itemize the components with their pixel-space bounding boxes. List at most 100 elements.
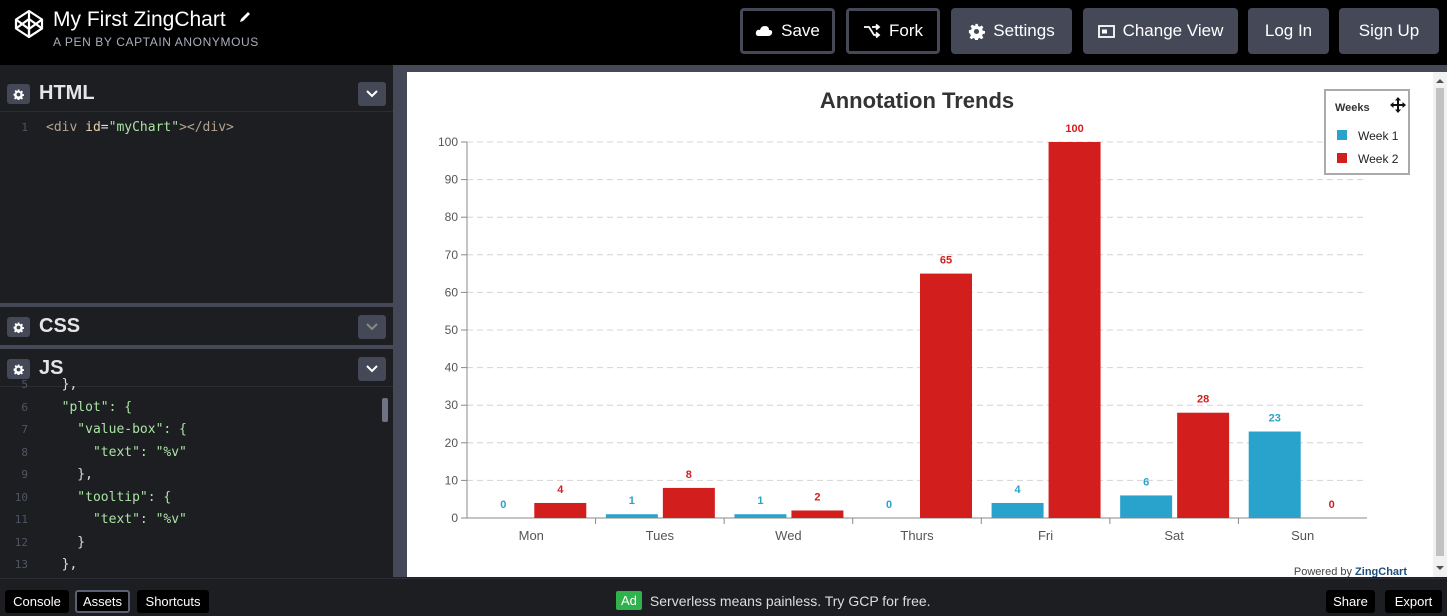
x-tick-label: Sun [1291,528,1314,543]
y-tick-label: 100 [438,135,458,149]
x-tick-label: Mon [519,528,544,543]
code-line: 5 }, [21,377,78,392]
value-label: 23 [1269,413,1281,425]
y-tick-label: 0 [451,511,458,525]
fork-icon [864,24,881,38]
share-button[interactable]: Share [1326,590,1375,613]
y-tick-label: 50 [445,323,459,337]
console-button[interactable]: Console [5,590,69,613]
pen-title-text: My First ZingChart [53,8,226,31]
value-label: 4 [557,484,564,496]
chevron-down-icon [366,365,378,373]
legend-swatch-week-1 [1337,130,1347,140]
code-line: 7 "value-box": { [21,422,187,437]
ad-banner[interactable]: Ad Serverless means painless. Try GCP fo… [616,591,931,610]
bar-week-1[interactable] [1248,431,1301,518]
bar-week-2[interactable] [534,502,587,518]
y-tick-label: 70 [445,248,459,262]
js-editor-scrollbar[interactable] [382,398,388,422]
chart: Annotation Trends 0 10 20 30 40 50 60 70 80 90 100… [438,88,1410,577]
css-settings-button[interactable] [7,317,30,337]
y-tick-label: 90 [445,173,459,187]
pencil-icon[interactable] [238,10,252,24]
settings-button[interactable]: Settings [951,8,1072,54]
value-label: 6 [1143,476,1149,488]
bar-week-2[interactable] [662,487,715,518]
preview-scrollbar-thumb[interactable] [1436,88,1444,556]
value-label: 1 [629,495,635,507]
change-view-button[interactable]: Change View [1083,8,1238,54]
assets-button[interactable]: Assets [75,590,130,613]
signup-button[interactable]: Sign Up [1339,8,1439,54]
code-line: 12 } [14,534,86,550]
footer: Console Assets Shortcuts Ad Serverless m… [0,578,1447,616]
legend-label-week-2: Week 2 [1358,152,1399,166]
header: My First ZingChart A PEN BY CAPTAIN ANON… [0,0,1447,65]
x-tick-label: Wed [775,528,802,543]
scroll-up-icon[interactable] [1433,74,1447,88]
preview-frame: Annotation Trends 0 10 20 30 40 50 60 70 80 90 100… [407,72,1447,577]
scroll-down-icon[interactable] [1433,561,1447,575]
bar-week-2[interactable] [1177,412,1230,518]
js-collapse-button[interactable] [358,357,386,381]
save-button[interactable]: Save [740,8,835,54]
html-collapse-button[interactable] [358,82,386,106]
y-tick-label: 40 [445,361,459,375]
cloud-icon [755,26,773,36]
bar-week-2[interactable] [1048,142,1101,518]
y-tick-label: 10 [445,473,459,487]
y-tick-label: 30 [445,398,459,412]
value-label: 100 [1065,123,1083,135]
js-code-editor[interactable]: 5 }, 6 "plot": { 7 "value-box": { 8 "tex… [0,374,187,577]
bar-week-1[interactable] [1120,495,1173,518]
css-editor-header: CSS [0,307,393,345]
bar-week-1[interactable] [605,514,658,518]
gear-icon [13,89,24,100]
legend-swatch-week-2 [1337,153,1347,163]
x-tick-label: Fri [1038,528,1053,543]
value-label: 2 [814,491,820,503]
html-editor-header: HTML [0,74,393,112]
value-label: 8 [686,469,692,481]
value-label: 65 [940,255,952,267]
export-button[interactable]: Export [1385,590,1442,613]
chart-title: Annotation Trends [820,88,1014,113]
css-editor-title: CSS [39,314,81,337]
panel-resizer[interactable] [393,65,407,577]
ad-badge: Ad [616,591,642,610]
bar-week-1[interactable] [734,514,787,518]
preview-scrollbar[interactable] [1433,72,1447,577]
bar-week-1[interactable] [991,502,1044,518]
gear-icon [13,322,24,333]
shortcuts-button[interactable]: Shortcuts [137,590,209,613]
chevron-down-icon [366,323,378,331]
code-line: 8 "text": "%v" [21,444,187,460]
bar-week-2[interactable] [920,273,972,518]
code-line: 13 }, [14,557,78,572]
code-line: 11 "text": "%v" [14,512,187,527]
gear-icon [13,364,24,375]
y-tick-label: 60 [445,285,459,299]
code-line: 9 }, [21,467,93,482]
pen-author[interactable]: A PEN BY CAPTAIN ANONYMOUS [53,35,259,49]
login-button[interactable]: Log In [1248,8,1329,54]
x-tick-label: Thurs [900,528,934,543]
html-code-editor[interactable]: 1 <div id="myChart"></div> [0,117,234,140]
fork-button[interactable]: Fork [846,8,940,54]
pen-title[interactable]: My First ZingChart [53,8,252,32]
html-settings-button[interactable] [7,84,30,104]
bar-week-2[interactable] [791,510,844,518]
powered-by-credit[interactable]: Powered by ZingChart [1294,566,1407,577]
y-tick-label: 20 [445,436,459,450]
chart-legend[interactable]: Weeks Week 1 Week 2 [1324,89,1410,175]
css-collapse-button[interactable] [358,315,386,339]
value-label: 28 [1197,394,1209,406]
preview-top-bar[interactable] [393,65,1447,72]
codepen-logo-icon[interactable] [14,9,44,39]
legend-label-week-1: Week 1 [1358,129,1399,143]
code-line: 6 "plot": { [21,399,133,415]
code-line: 10 "tooltip": { [14,489,172,505]
y-tick-label: 80 [445,210,459,224]
editor-panel: HTML 1 <div id="myChart"></div> CSS JS 5 … [0,65,393,577]
value-label: 4 [1015,484,1022,496]
